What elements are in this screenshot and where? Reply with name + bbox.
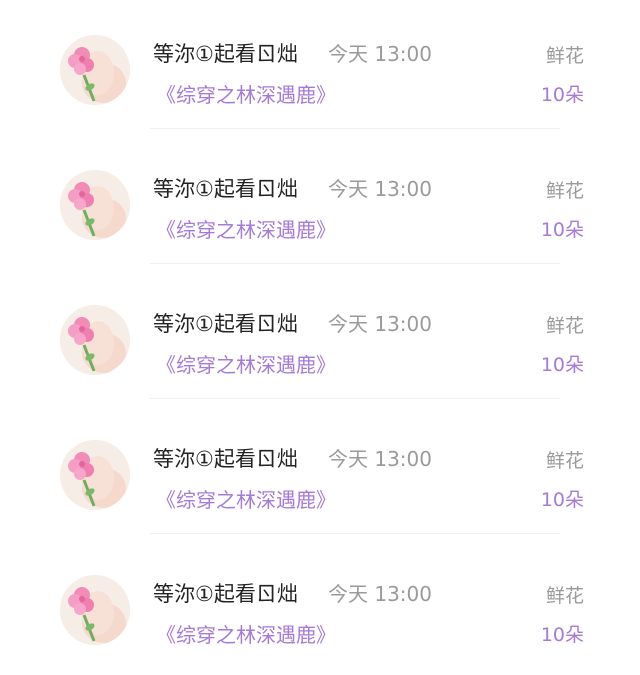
book-title-link[interactable]: 《综穿之林深遇鹿》 (156, 216, 336, 244)
avatar[interactable] (60, 170, 130, 240)
gift-count: 10朵 (540, 219, 584, 241)
book-title-link[interactable]: 《综穿之林深遇鹿》 (156, 621, 336, 649)
gift-count: 10朵 (540, 84, 584, 106)
avatar[interactable] (60, 305, 130, 375)
rose-bouquet-avatar-icon (60, 575, 130, 645)
gift-count: 10朵 (540, 354, 584, 376)
list-item[interactable]: 等沵①起看ㄖ炪 今天 13:00 《综穿之林深遇鹿》 鲜花 10朵 (0, 135, 640, 270)
list-item[interactable]: 等沵①起看ㄖ炪 今天 13:00 《综穿之林深遇鹿》 鲜花 10朵 (0, 270, 640, 405)
rose-bouquet-avatar-icon (60, 35, 130, 105)
gift-type: 鲜花 (545, 585, 584, 607)
gift-type: 鲜花 (545, 315, 584, 337)
divider (150, 533, 560, 534)
divider (150, 128, 560, 129)
list-item[interactable]: 等沵①起看ㄖ炪 今天 13:00 《综穿之林深遇鹿》 鲜花 10朵 (0, 405, 640, 540)
rose-bouquet-avatar-icon (60, 440, 130, 510)
gift-type: 鲜花 (545, 180, 584, 202)
book-title-link[interactable]: 《综穿之林深遇鹿》 (156, 486, 336, 514)
timestamp: 今天 13:00 (328, 312, 432, 336)
avatar[interactable] (60, 440, 130, 510)
divider (150, 263, 560, 264)
user-name[interactable]: 等沵①起看ㄖ炪 (153, 445, 298, 473)
user-name[interactable]: 等沵①起看ㄖ炪 (153, 580, 298, 608)
timestamp: 今天 13:00 (328, 177, 432, 201)
avatar[interactable] (60, 35, 130, 105)
user-name[interactable]: 等沵①起看ㄖ炪 (153, 310, 298, 338)
timestamp: 今天 13:00 (328, 582, 432, 606)
gift-record-list: 等沵①起看ㄖ炪 今天 13:00 《综穿之林深遇鹿》 鲜花 10朵 等沵①起看ㄖ… (0, 0, 640, 673)
book-title-link[interactable]: 《综穿之林深遇鹿》 (156, 351, 336, 379)
timestamp: 今天 13:00 (328, 447, 432, 471)
avatar[interactable] (60, 575, 130, 645)
gift-count: 10朵 (540, 624, 584, 646)
divider (150, 398, 560, 399)
list-item[interactable]: 等沵①起看ㄖ炪 今天 13:00 《综穿之林深遇鹿》 鲜花 10朵 (0, 0, 640, 135)
user-name[interactable]: 等沵①起看ㄖ炪 (153, 40, 298, 68)
gift-type: 鲜花 (545, 450, 584, 472)
rose-bouquet-avatar-icon (60, 170, 130, 240)
list-item[interactable]: 等沵①起看ㄖ炪 今天 13:00 《综穿之林深遇鹿》 鲜花 10朵 (0, 540, 640, 675)
book-title-link[interactable]: 《综穿之林深遇鹿》 (156, 81, 336, 109)
gift-type: 鲜花 (545, 45, 584, 67)
rose-bouquet-avatar-icon (60, 305, 130, 375)
gift-count: 10朵 (540, 489, 584, 511)
timestamp: 今天 13:00 (328, 42, 432, 66)
user-name[interactable]: 等沵①起看ㄖ炪 (153, 175, 298, 203)
